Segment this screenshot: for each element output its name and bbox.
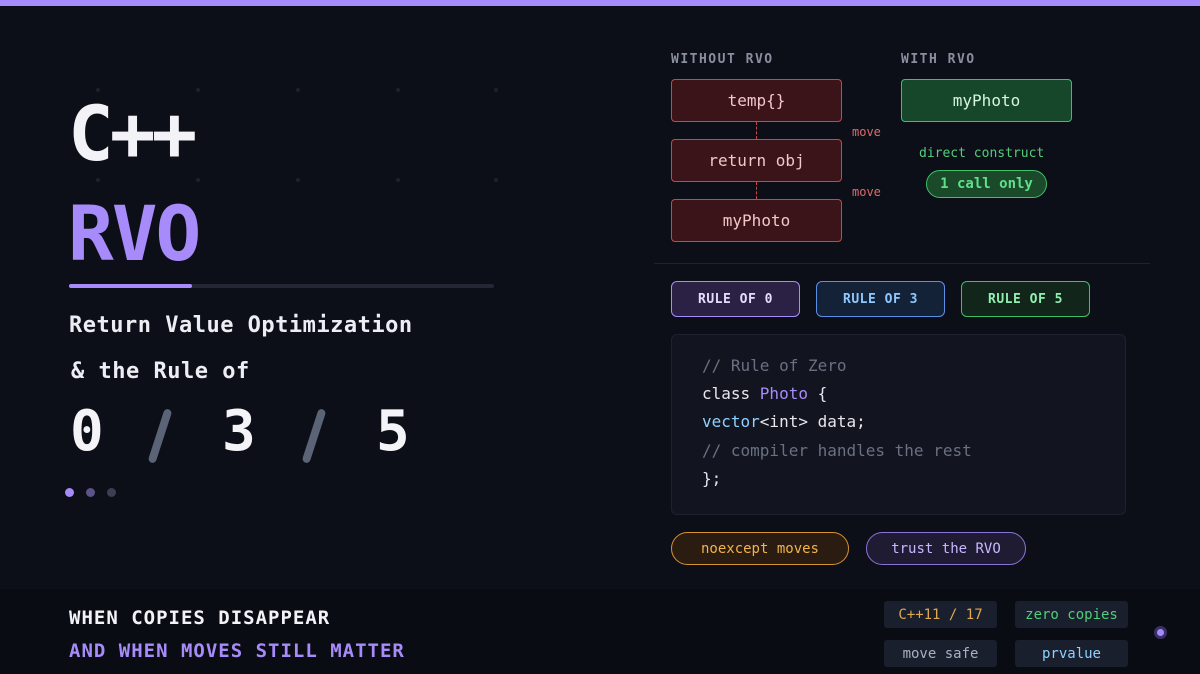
one-call-badge: 1 call only bbox=[926, 170, 1047, 198]
chip-noexcept-moves: noexcept moves bbox=[671, 532, 849, 565]
pager-dot[interactable] bbox=[86, 488, 95, 497]
code-member-line: vector<int> data; bbox=[702, 412, 866, 431]
tag-zero-copies: zero copies bbox=[1015, 601, 1128, 628]
pager-dot-active[interactable] bbox=[65, 488, 74, 497]
direct-construct-label: direct construct bbox=[919, 146, 1045, 161]
code-panel: // Rule of Zero class Photo { vector<int… bbox=[671, 334, 1126, 515]
subtitle-line-1: Return Value Optimization bbox=[69, 313, 413, 338]
code-keyword: class bbox=[702, 384, 760, 403]
without-rvo-label: WITHOUT RVO bbox=[671, 52, 774, 67]
rule-number-5: 5 bbox=[376, 399, 410, 464]
title-cpp: C++ bbox=[68, 89, 197, 178]
code-close: }; bbox=[702, 469, 722, 488]
dashed-connector bbox=[756, 182, 757, 199]
rule-number-0: 0 bbox=[70, 399, 104, 464]
slash-separator bbox=[301, 408, 327, 464]
tab-rule-of-0[interactable]: RULE OF 0 bbox=[671, 281, 800, 317]
code-comment: // compiler handles the rest bbox=[702, 441, 972, 460]
chip-trust-rvo: trust the RVO bbox=[866, 532, 1026, 565]
footer-line-2: AND WHEN MOVES STILL MATTER bbox=[69, 640, 405, 662]
code-comment: // Rule of Zero bbox=[702, 356, 847, 375]
footer-line-1: WHEN COPIES DISAPPEAR bbox=[69, 607, 331, 629]
code-type: vector bbox=[702, 412, 760, 431]
subtitle-line-2: & the Rule of bbox=[71, 359, 250, 384]
step-temp-box: temp{} bbox=[671, 79, 842, 122]
status-indicator bbox=[1154, 626, 1167, 639]
move-label: move bbox=[852, 125, 881, 139]
tag-prvalue: prvalue bbox=[1015, 640, 1128, 667]
tag-cpp-version: C++11 / 17 bbox=[884, 601, 997, 628]
dashed-connector bbox=[756, 122, 757, 139]
section-divider bbox=[654, 263, 1150, 264]
tab-rule-of-3[interactable]: RULE OF 3 bbox=[816, 281, 945, 317]
step-return-box: return obj bbox=[671, 139, 842, 182]
code-member: <int> data; bbox=[759, 412, 866, 431]
code-class-line: class Photo { bbox=[702, 384, 827, 403]
rvo-myphoto-box: myPhoto bbox=[901, 79, 1072, 122]
slash-separator bbox=[147, 408, 173, 464]
tag-move-safe: move safe bbox=[884, 640, 997, 667]
pager-dot[interactable] bbox=[107, 488, 116, 497]
code-class-name: Photo bbox=[759, 384, 808, 403]
top-accent-bar bbox=[0, 0, 1200, 6]
title-rvo: RVO bbox=[68, 189, 201, 278]
tab-rule-of-5[interactable]: RULE OF 5 bbox=[961, 281, 1090, 317]
with-rvo-label: WITH RVO bbox=[901, 52, 976, 67]
progress-fill bbox=[69, 284, 192, 288]
move-label: move bbox=[852, 185, 881, 199]
code-brace: { bbox=[807, 384, 828, 403]
step-myphoto-box: myPhoto bbox=[671, 199, 842, 242]
rule-number-3: 3 bbox=[222, 399, 256, 464]
